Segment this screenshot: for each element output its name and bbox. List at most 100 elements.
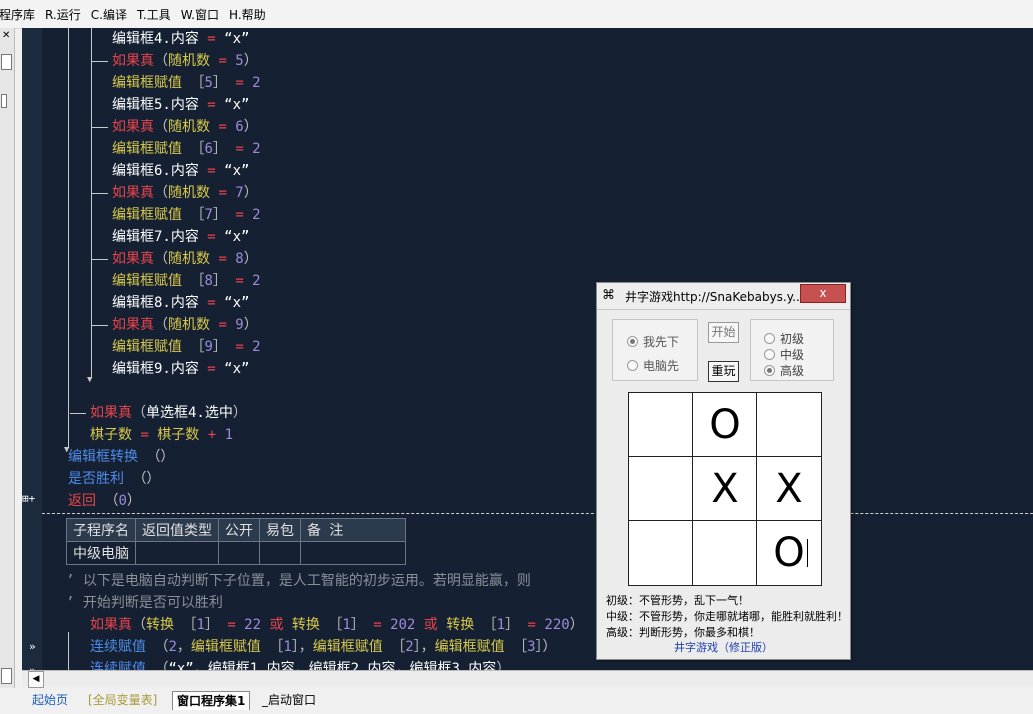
code-token: ［ [190,207,205,223]
code-line[interactable]: 如果真（随机数 = 7） [112,182,258,204]
code-token: （ [132,405,146,421]
tab-global-variables[interactable]: [全局变量表] [84,691,161,709]
start-button[interactable]: 开始 [708,322,739,343]
menu-help[interactable]: H.帮助 [224,6,271,23]
code-line[interactable]: 如果真（随机数 = 8） [112,248,258,270]
code-token: 1 [342,617,351,633]
radio-computer-first[interactable]: 电脑先 [627,357,679,374]
menu-compile[interactable]: C.编译 [86,6,132,23]
code-line[interactable]: 连续赋值 （2，编辑框赋值 ［1］，编辑框赋值 ［2］，编辑框赋值 ［3］） [90,636,557,658]
code-line[interactable]: 返回 （0） [68,490,141,512]
code-line[interactable]: 棋子数 = 棋子数 + 1 [90,424,233,446]
board-cell-5[interactable]: X [693,457,757,521]
cell-subroutine-name[interactable]: 中级电脑 [66,541,136,565]
radio-label: 高级 [780,364,805,378]
col-easy-package[interactable]: 易包 [259,518,301,542]
code-line[interactable]: 编辑框8.内容 = “x” [112,292,249,314]
code-line[interactable]: 如果真（随机数 = 5） [112,50,258,72]
board-cell-6[interactable]: X [757,457,821,521]
menu-tools[interactable]: T.工具 [132,6,176,23]
code-line[interactable]: 编辑框赋值 ［6］ = 2 [112,138,261,160]
board-cell-3[interactable] [757,393,821,457]
code-editor[interactable]: ⊞+ » » ▼ ▼ 编辑框4.内容 = “x” 如果真（随机数 = 5） 编辑框赋… [22,28,1033,674]
code-token: ［ [182,617,197,633]
code-line[interactable]: 如果真（转换 ［1］ = 22 或 转换 ［1］ = 202 或 转换 ［1］ … [90,614,584,636]
code-line[interactable]: 如果真（随机数 = 6） [112,116,258,138]
code-line[interactable]: 编辑框6.内容 = “x” [112,160,249,182]
cell-public[interactable] [218,541,260,565]
code-token: 9 [204,339,213,355]
board-cell-9[interactable]: O [757,521,821,585]
code-token: “x” [224,361,250,377]
col-subroutine-name[interactable]: 子程序名 [66,518,136,542]
col-public[interactable]: 公开 [218,518,260,542]
code-line[interactable]: 如果真（单选框4.选中） [90,402,247,424]
cell-remark[interactable] [300,541,406,565]
board-cell-8[interactable] [693,521,757,585]
code-token: “x” [224,163,250,179]
tab-window-program-set[interactable]: 窗口程序集1 [172,691,251,710]
code-token: ］ [212,141,236,157]
code-token: 9 [235,317,244,333]
code-token: ［ [190,75,205,91]
code-line[interactable]: 编辑框赋值 ［5］ = 2 [112,72,261,94]
code-token: 随机数 [168,185,219,201]
code-token: 转换 [146,617,183,633]
code-token: 如果真 [90,405,132,421]
code-token: ［ [328,617,343,633]
radio-level-easy[interactable]: 初级 [764,330,804,347]
code-token: （ [154,53,168,69]
code-token: = [235,339,253,355]
code-token: （ [154,251,168,267]
comment-line[interactable]: ’ 开始判断是否可以胜利 [66,592,223,614]
board-cell-7[interactable] [629,521,693,585]
code-token: ［ [482,617,497,633]
subroutine-marker-icon[interactable]: ⊞+ [22,492,35,505]
code-line[interactable]: 是否胜利 （） [68,468,160,490]
code-token: 2 [252,339,261,355]
code-token: = [207,229,225,245]
code-token: 202 [390,617,424,633]
panel-scroll-thumb[interactable] [1,94,7,108]
close-icon[interactable]: ✕ [2,30,10,41]
menu-library[interactable]: 程序库 [0,6,40,23]
code-line[interactable]: 编辑框4.内容 = “x” [112,28,249,50]
radio-level-hard[interactable]: 高级 [764,362,804,379]
branch-connector [70,413,86,414]
board-cell-4[interactable] [629,457,693,521]
subroutine-table: 子程序名 返回值类型 公开 易包 备 注 中级电脑 [66,518,406,565]
comment-line[interactable]: ’ 以下是电脑自动判断下子位置，是人工智能的初步运用。若明显能赢，则 [66,570,531,592]
code-line[interactable]: 编辑框转换 （） [68,446,174,468]
code-token: 2 [252,207,261,223]
code-token: 是否胜利 [68,471,133,487]
panel-button[interactable] [1,54,12,70]
code-line[interactable]: 编辑框赋值 ［9］ = 2 [112,336,261,358]
code-line[interactable]: 编辑框赋值 ［8］ = 2 [112,270,261,292]
restart-button[interactable]: 重玩 [708,361,739,382]
menu-run[interactable]: R.运行 [40,6,86,23]
cell-return-type[interactable] [135,541,219,565]
code-token: 编辑框赋值 [190,639,270,655]
board-cell-2[interactable]: O [693,393,757,457]
radio-level-medium[interactable]: 中级 [764,346,804,363]
code-token: 6 [235,119,244,135]
code-line[interactable]: 编辑框赋值 ［7］ = 2 [112,204,261,226]
cell-easy-package[interactable] [259,541,301,565]
code-line[interactable]: 编辑框5.内容 = “x” [112,94,249,116]
radio-player-first[interactable]: 我先下 [627,333,679,350]
col-return-type[interactable]: 返回值类型 [135,518,219,542]
code-token: ］ [212,207,236,223]
scroll-left-icon[interactable]: ◀ [28,671,44,688]
col-remark[interactable]: 备 注 [300,518,406,542]
tab-start-page[interactable]: 起始页 [28,691,72,709]
close-button[interactable]: x [800,284,846,303]
menu-window[interactable]: W.窗口 [176,6,224,23]
code-line[interactable]: 编辑框9.内容 = “x” [112,358,249,380]
code-line[interactable]: 如果真（随机数 = 9） [112,314,258,336]
board-cell-1[interactable] [629,393,693,457]
tab-startup-window[interactable]: _启动窗口 [258,691,320,709]
code-line[interactable]: 编辑框7.内容 = “x” [112,226,249,248]
footer-link[interactable]: 井字游戏（修正版） [597,639,850,655]
horizontal-scrollbar[interactable]: ◀ [22,670,1033,688]
panel-button[interactable] [1,668,12,684]
